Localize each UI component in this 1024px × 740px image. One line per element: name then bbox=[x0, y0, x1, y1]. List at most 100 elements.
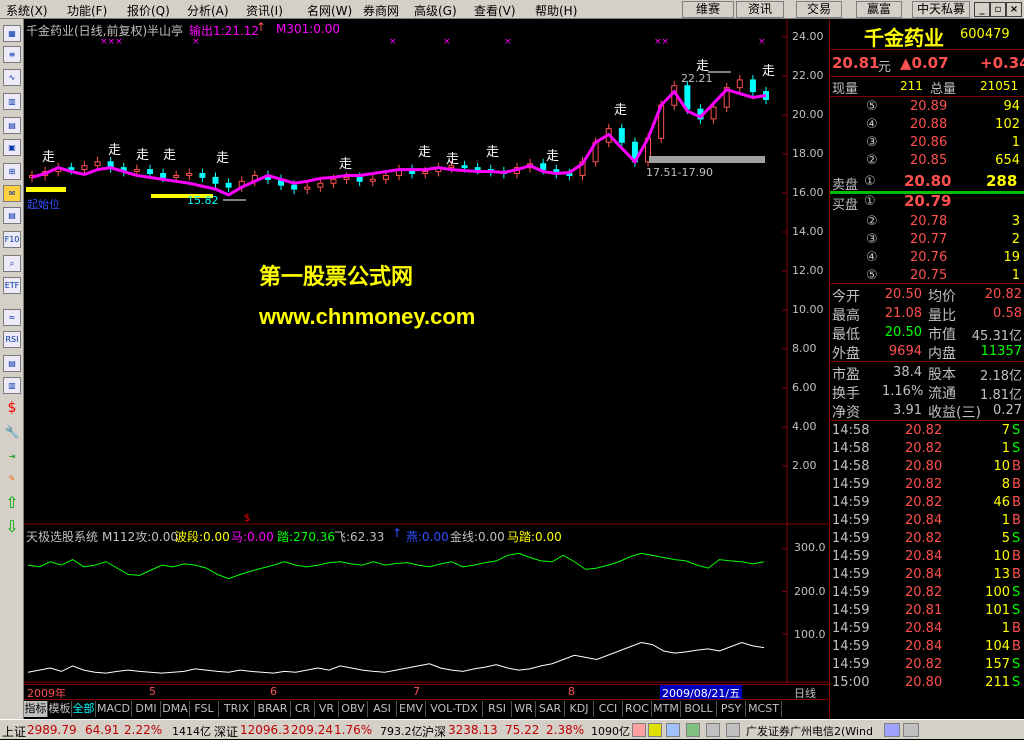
menu-broker-web[interactable]: 券商网 bbox=[363, 2, 399, 19]
zoom-icon[interactable]: ⌕ bbox=[3, 255, 21, 272]
indicator-tab[interactable]: ASI bbox=[368, 701, 397, 717]
indicator-tab[interactable]: CR bbox=[291, 701, 315, 717]
menu-analysis[interactable]: 分析(A) bbox=[187, 2, 229, 19]
search-doc-icon[interactable]: ▤ bbox=[3, 207, 21, 224]
candle-body bbox=[684, 85, 691, 110]
indicator-tab[interactable]: KDJ bbox=[565, 701, 594, 717]
network-icon[interactable] bbox=[884, 723, 900, 737]
arrow-down-icon[interactable]: ⇩ bbox=[3, 519, 21, 536]
wrench-icon[interactable]: 🔧 bbox=[3, 425, 21, 442]
menu-function[interactable]: 功能(F) bbox=[67, 2, 107, 19]
indicator-tab[interactable]: TRIX bbox=[219, 701, 255, 717]
indicator-tab[interactable]: OBV bbox=[339, 701, 368, 717]
doc-icon[interactable]: ▤ bbox=[3, 355, 21, 372]
indicator-tab[interactable]: PSY bbox=[717, 701, 746, 717]
connect-icon[interactable] bbox=[686, 723, 700, 737]
report-icon[interactable]: ▣ bbox=[3, 139, 21, 156]
price-tick: 4.00 bbox=[792, 420, 817, 433]
weisai-button[interactable]: 维赛 bbox=[682, 1, 734, 18]
tick-side: S bbox=[1012, 657, 1021, 672]
chart-icon[interactable]: ▥ bbox=[3, 377, 21, 394]
hierarchy-icon[interactable]: ⊞ bbox=[3, 163, 21, 180]
quote-panel: 千金药业 600479 20.81 元 ▲0.07 +0.34 现量 211 总… bbox=[829, 19, 1024, 737]
candle-icon[interactable]: ▥ bbox=[3, 93, 21, 110]
sell1-vol: 288 bbox=[986, 172, 1018, 190]
indicator-tab[interactable]: BOLL bbox=[681, 701, 717, 717]
alert-icon[interactable] bbox=[632, 723, 646, 737]
stat-label: 量比 bbox=[928, 308, 956, 324]
indicator-tab[interactable]: MACD bbox=[96, 701, 132, 717]
indicator-tab[interactable]: BRAR bbox=[255, 701, 291, 717]
sub-ma: 马:0.00 bbox=[231, 530, 274, 544]
indicator-tab[interactable]: WR bbox=[512, 701, 536, 717]
f10-icon[interactable]: F10 bbox=[3, 231, 21, 248]
indicator-tab[interactable]: MCST bbox=[746, 701, 782, 717]
yingfu-button[interactable]: 赢富 bbox=[856, 1, 902, 18]
indicator-tab[interactable]: VOL-TDX bbox=[426, 701, 483, 717]
indicator-tab[interactable]: 模板 bbox=[48, 701, 72, 717]
menu-web[interactable]: 名网(W) bbox=[307, 2, 352, 19]
tick-side: B bbox=[1012, 477, 1021, 492]
indicator-tab[interactable]: DMA bbox=[161, 701, 190, 717]
info-icon[interactable] bbox=[666, 723, 680, 737]
news-button[interactable]: 资讯 bbox=[736, 1, 784, 18]
export-icon[interactable]: ⇥ bbox=[3, 449, 21, 466]
price-tick: 12.00 bbox=[792, 264, 824, 277]
table-icon[interactable]: ▤ bbox=[3, 117, 21, 134]
indicator-tab[interactable]: DMI bbox=[132, 701, 161, 717]
indicator-tab[interactable]: RSI bbox=[483, 701, 512, 717]
kline-chart[interactable] bbox=[24, 19, 829, 684]
stat2-value: 1.81亿 bbox=[980, 388, 1022, 403]
walk-label: 走 bbox=[136, 148, 150, 163]
menu-advanced[interactable]: 高级(G) bbox=[414, 2, 457, 19]
trade-button[interactable]: 交易 bbox=[796, 1, 842, 18]
indicator-tab[interactable]: ROC bbox=[623, 701, 652, 717]
indicator-tab[interactable]: 指标 bbox=[24, 701, 48, 717]
list-icon[interactable]: ≡ bbox=[3, 46, 21, 63]
range-label: 17.51-17.90 bbox=[646, 166, 713, 179]
menu-info[interactable]: 资讯(I) bbox=[246, 2, 283, 19]
indicator-tab[interactable]: SAR bbox=[536, 701, 565, 717]
menu-system[interactable]: 系统(X) bbox=[6, 2, 48, 19]
signal-icon[interactable] bbox=[648, 723, 662, 737]
indicator-tab[interactable]: EMV bbox=[397, 701, 426, 717]
dollar-icon[interactable]: $ bbox=[3, 401, 21, 418]
close-icon[interactable]: × bbox=[1006, 2, 1022, 17]
indicator-tab[interactable]: MTM bbox=[652, 701, 681, 717]
buy-vol: 19 bbox=[1003, 250, 1020, 265]
arrow-up-icon[interactable]: ⇧ bbox=[3, 495, 21, 512]
walk-label: 走 bbox=[614, 103, 628, 118]
sound-icon[interactable] bbox=[726, 723, 740, 737]
line-chart-icon[interactable]: ∿ bbox=[3, 69, 21, 86]
sell-price: 20.89 bbox=[910, 99, 948, 114]
tick-side: S bbox=[1012, 441, 1021, 456]
sub-axis-label: 300.0 bbox=[794, 541, 826, 554]
settings-icon[interactable] bbox=[903, 723, 919, 737]
menu-help[interactable]: 帮助(H) bbox=[535, 2, 577, 19]
chart-area[interactable]: 千金药业(日线,前复权) 半山亭 输出1:21.12 ↑ M301:0.00 ×… bbox=[24, 19, 829, 701]
pen-icon[interactable]: ✎ bbox=[3, 471, 21, 488]
menu-quote[interactable]: 报价(Q) bbox=[127, 2, 170, 19]
indicator-tab[interactable]: FSL bbox=[190, 701, 219, 717]
wave-icon[interactable]: ≈ bbox=[3, 309, 21, 326]
zhongtian-button[interactable]: 中天私募 bbox=[912, 1, 970, 18]
dollar-marker-icon: $ bbox=[244, 513, 251, 524]
rsi-icon[interactable]: RSI bbox=[3, 331, 21, 348]
lock-icon[interactable] bbox=[706, 723, 720, 737]
indicator-tab[interactable]: 全部 bbox=[72, 701, 96, 717]
sz-label: 深证 bbox=[214, 725, 239, 739]
menu-view[interactable]: 查看(V) bbox=[474, 2, 516, 19]
etf-icon[interactable]: ETF bbox=[3, 277, 21, 294]
indicator-tab[interactable]: CCI bbox=[594, 701, 623, 717]
minimize-icon[interactable]: _ bbox=[974, 2, 990, 17]
candle-body bbox=[291, 184, 298, 190]
stat-label: 外盘 bbox=[832, 346, 860, 362]
grid-icon[interactable]: ▦ bbox=[3, 25, 21, 42]
restore-icon[interactable]: ▫ bbox=[990, 2, 1006, 17]
xianliang-value: 211 bbox=[900, 79, 923, 93]
indicator-tab[interactable]: VR bbox=[315, 701, 339, 717]
tick-time: 14:59 bbox=[832, 567, 870, 582]
mail-icon[interactable]: ✉ bbox=[3, 185, 21, 202]
tick-side: B bbox=[1012, 459, 1021, 474]
candle-body bbox=[225, 182, 232, 188]
